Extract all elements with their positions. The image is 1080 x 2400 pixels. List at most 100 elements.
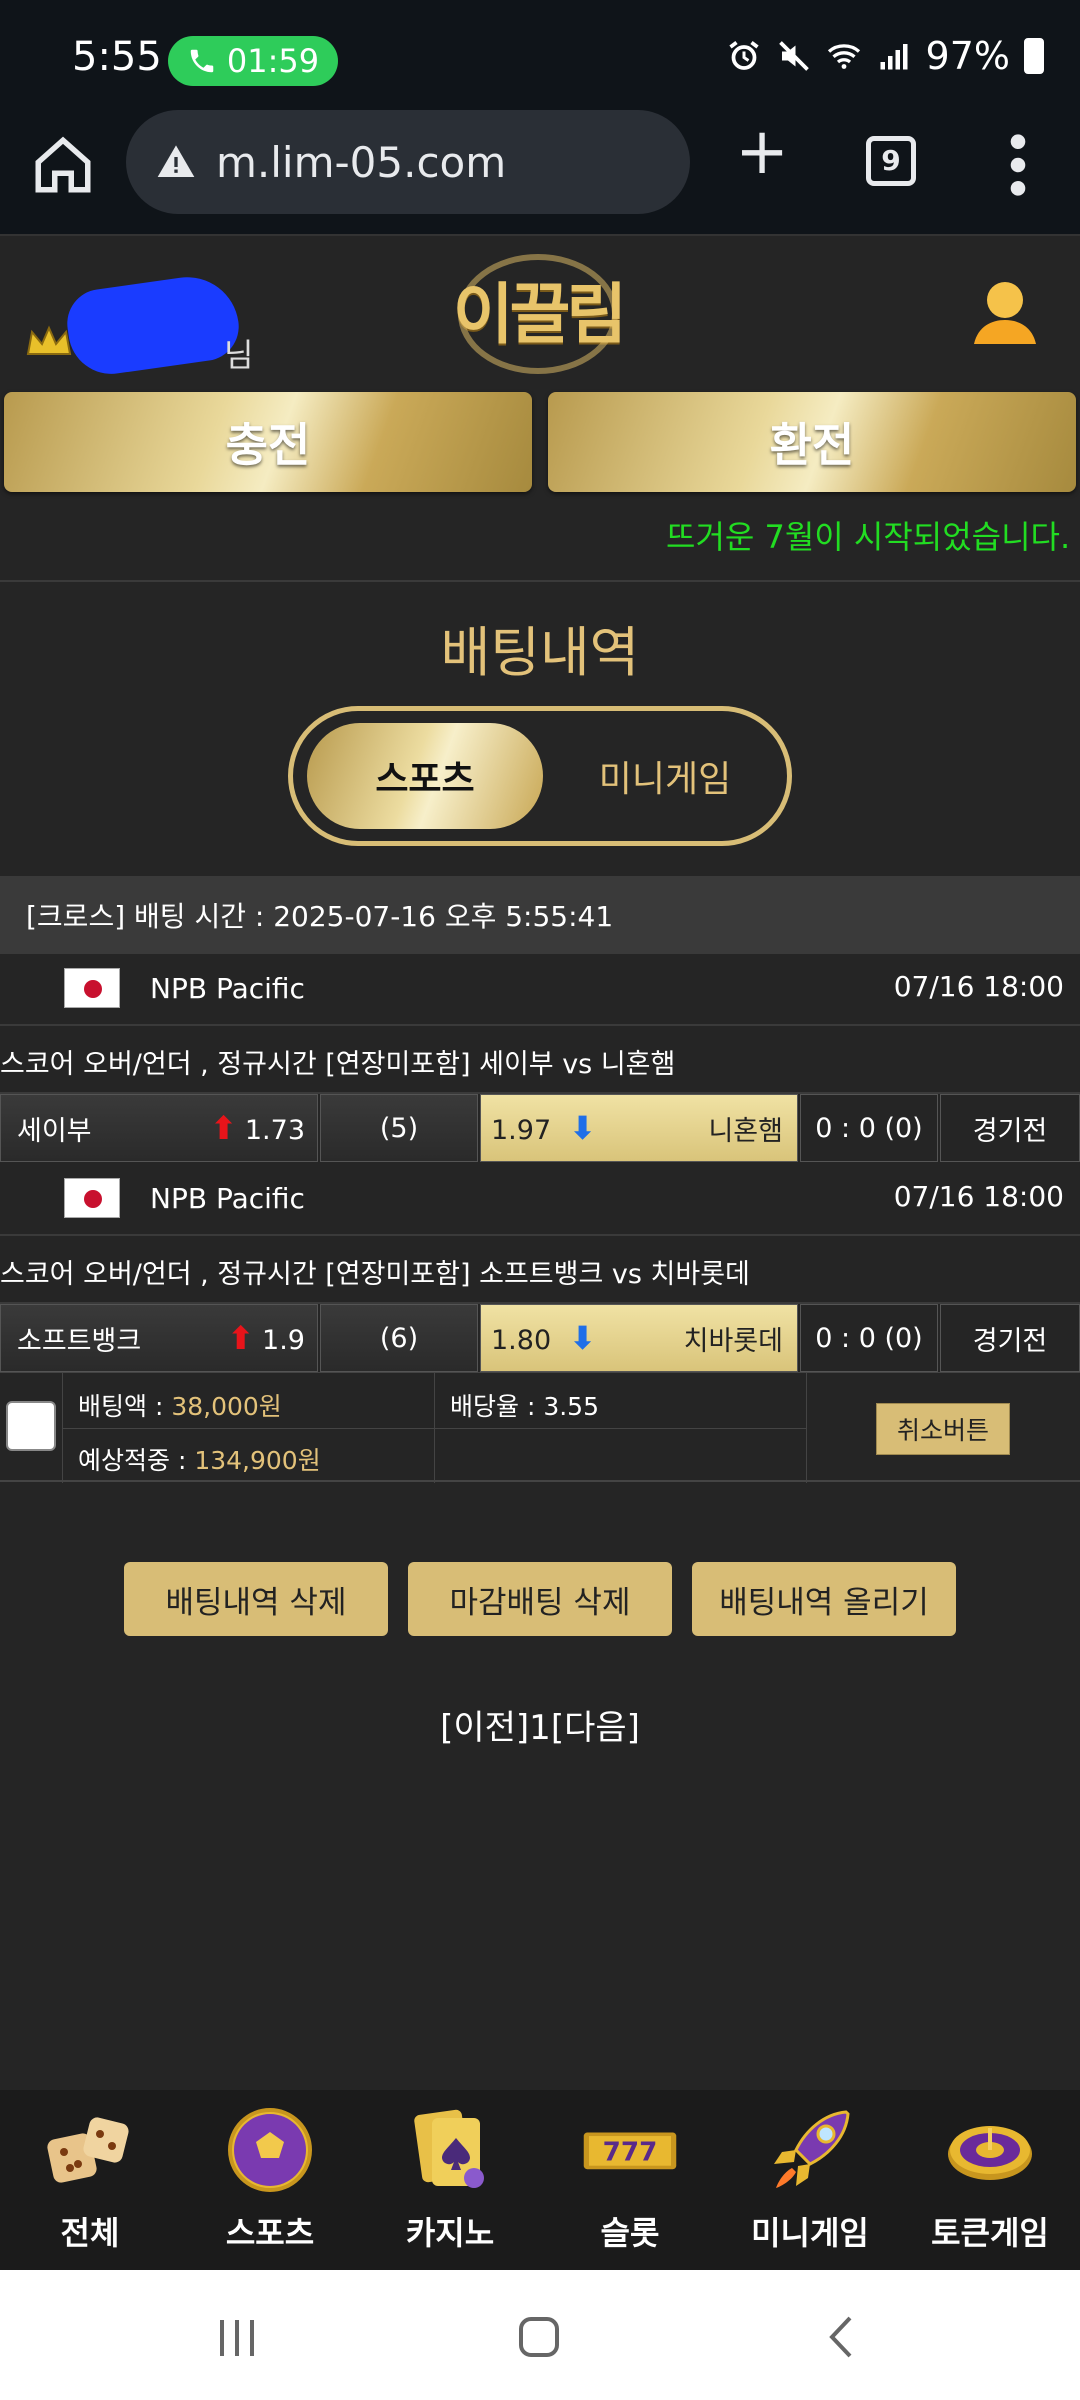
logo-ring — [458, 254, 618, 374]
nav-item-token-game[interactable]: 토큰게임 — [900, 2090, 1080, 2270]
notice-marquee: 뜨거운 7월이 시작되었습니다. 더 — [0, 506, 1080, 582]
tab-sports[interactable]: 스포츠 — [307, 723, 543, 829]
away-team: 니혼햄 — [708, 1115, 783, 1147]
arrow-down-icon: ⬇ — [569, 1109, 596, 1147]
league-name: NPB Pacific — [150, 1182, 305, 1215]
nav-item-slot[interactable]: 777 슬롯 — [540, 2090, 720, 2270]
bet-summary: 배팅액 : 38,000원 배당율 : 3.55 예상적중 : 134,900원… — [0, 1372, 1080, 1483]
post-history-button[interactable]: 배팅내역 올리기 — [692, 1562, 956, 1636]
home-odds: 1.73 — [244, 1115, 305, 1146]
more-menu-icon[interactable] — [1000, 130, 1036, 200]
arrow-up-icon: ⬆ — [227, 1319, 255, 1357]
tab-switcher-button[interactable]: 9 — [866, 136, 916, 186]
arrow-down-icon: ⬇ — [569, 1319, 596, 1357]
odds-rate-value: 3.55 — [543, 1392, 599, 1421]
notice-text: 뜨거운 7월이 시작되었습니다. 더 — [666, 518, 1080, 556]
rocket-icon — [774, 2110, 850, 2188]
redacted-username — [62, 270, 244, 380]
back-icon[interactable] — [818, 2312, 868, 2362]
delete-closed-button[interactable]: 마감배팅 삭제 — [408, 1562, 672, 1636]
league-name: NPB Pacific — [150, 972, 305, 1005]
home-icon[interactable] — [30, 132, 96, 198]
line-cell: (5) — [320, 1094, 478, 1162]
withdraw-button[interactable]: 환전 — [548, 392, 1076, 492]
away-odds-wrap: 1.97 ⬇ — [491, 1109, 596, 1147]
line-cell: (6) — [320, 1304, 478, 1372]
nav-label: 슬롯 — [600, 2214, 660, 2252]
home-odds: 1.9 — [262, 1325, 305, 1356]
recent-apps-icon[interactable] — [212, 2312, 262, 2362]
soccer-ball-icon — [228, 2108, 312, 2192]
category-toggle: 스포츠 미니게임 — [288, 706, 792, 846]
league-row: NPB Pacific 07/16 18:00 — [0, 954, 1080, 1026]
bet-header: [크로스] 배팅 시간 : 2025-07-16 오후 5:55:41 — [0, 876, 1080, 954]
system-navigation-bar — [0, 2270, 1080, 2400]
username-suffix: 님 — [224, 336, 254, 374]
home-odds-cell: 소프트뱅크 ⬆ 1.9 — [0, 1304, 318, 1372]
nav-label: 전체 — [60, 2214, 120, 2252]
home-odds-cell: 세이부 ⬆ 1.73 — [0, 1094, 318, 1162]
away-odds-cell: 1.80 ⬇ 치바롯데 — [480, 1304, 798, 1372]
odds-row: 세이부 ⬆ 1.73 (5) 1.97 ⬇ 니혼햄 0 : 0 (0) 경기전 — [0, 1094, 1080, 1162]
score-cell: 0 : 0 (0) — [800, 1304, 938, 1372]
warning-icon[interactable] — [156, 142, 196, 182]
nav-item-minigame[interactable]: 미니게임 — [720, 2090, 900, 2270]
phone-icon — [190, 49, 214, 73]
arrow-up-icon: ⬆ — [210, 1109, 237, 1147]
user-info[interactable]: 님 — [24, 270, 253, 380]
new-tab-button[interactable]: + — [730, 120, 794, 186]
nav-label: 토큰게임 — [931, 2214, 1049, 2252]
bet-amount-value: 38,000원 — [171, 1392, 282, 1421]
status-cell: 경기전 — [940, 1304, 1080, 1372]
pagination[interactable]: [이전]1[다음] — [0, 1700, 1080, 1749]
url-text[interactable]: m.lim-05.com — [216, 138, 506, 187]
deposit-button[interactable]: 충전 — [4, 392, 532, 492]
nav-label: 스포츠 — [225, 2214, 315, 2252]
status-cell: 경기전 — [940, 1094, 1080, 1162]
score-cell: 0 : 0 (0) — [800, 1094, 938, 1162]
status-time: 5:55 — [72, 34, 162, 80]
dice-icon — [47, 2117, 129, 2183]
market-row: 스코어 오버/언더 , 정규시간 [연장미포함] 세이부 vs 니혼햄 — [0, 1026, 1080, 1094]
away-team: 치바롯데 — [683, 1325, 783, 1357]
odds-rate-label: 배당율 : — [450, 1392, 544, 1421]
battery-percent: 97% — [925, 34, 1010, 78]
home-odds-wrap: ⬆ 1.73 — [210, 1109, 305, 1147]
home-team: 소프트뱅크 — [17, 1325, 142, 1357]
odds-row: 소프트뱅크 ⬆ 1.9 (6) 1.80 ⬇ 치바롯데 0 : 0 (0) 경기전 — [0, 1304, 1080, 1372]
signal-icon — [880, 44, 908, 70]
select-checkbox[interactable] — [6, 1401, 56, 1451]
nav-item-all[interactable]: 전체 — [0, 2090, 180, 2270]
japan-flag-icon — [64, 1178, 120, 1218]
address-bar[interactable]: m.lim-05.com — [126, 110, 690, 214]
tab-minigame[interactable]: 미니게임 — [547, 723, 783, 829]
delete-history-button[interactable]: 배팅내역 삭제 — [124, 1562, 388, 1636]
level-badge-icon — [26, 325, 72, 355]
profile-icon[interactable] — [970, 274, 1040, 354]
cancel-bet-button[interactable]: 취소버튼 — [876, 1403, 1010, 1455]
bottom-nav: 전체 스포츠 카지노 777 슬롯 미니게임 토큰게임 — [0, 2090, 1080, 2270]
bet-amount: 배팅액 : 38,000원 — [78, 1387, 282, 1423]
call-timer: 01:59 — [226, 42, 320, 80]
nav-label: 카지노 — [405, 2214, 495, 2252]
call-timer-pill[interactable]: 01:59 — [168, 36, 338, 86]
odds-rate: 배당율 : 3.55 — [450, 1387, 599, 1423]
game-time: 07/16 18:00 — [893, 970, 1064, 1003]
svg-text:777: 777 — [603, 2137, 658, 2167]
away-odds: 1.80 — [491, 1325, 552, 1356]
league-row: NPB Pacific 07/16 18:00 — [0, 1164, 1080, 1236]
site-logo[interactable]: 이끌림 — [448, 244, 628, 374]
nav-item-sports[interactable]: 스포츠 — [180, 2090, 360, 2270]
status-icons: 97% — [726, 34, 1044, 78]
battery-icon — [1024, 38, 1044, 74]
japan-flag-icon — [64, 968, 120, 1008]
nav-item-casino[interactable]: 카지노 — [360, 2090, 540, 2270]
market-row: 스코어 오버/언더 , 정규시간 [연장미포함] 소프트뱅크 vs 치바롯데 — [0, 1236, 1080, 1304]
home-nav-icon[interactable] — [514, 2312, 564, 2362]
browser-toolbar: m.lim-05.com + 9 — [0, 110, 1080, 236]
away-odds-wrap: 1.80 ⬇ — [491, 1319, 596, 1357]
divider — [62, 1428, 806, 1429]
expected-win-value: 134,900원 — [194, 1446, 321, 1475]
bet-amount-label: 배팅액 : — [78, 1392, 172, 1421]
home-odds-wrap: ⬆ 1.9 — [227, 1319, 305, 1357]
